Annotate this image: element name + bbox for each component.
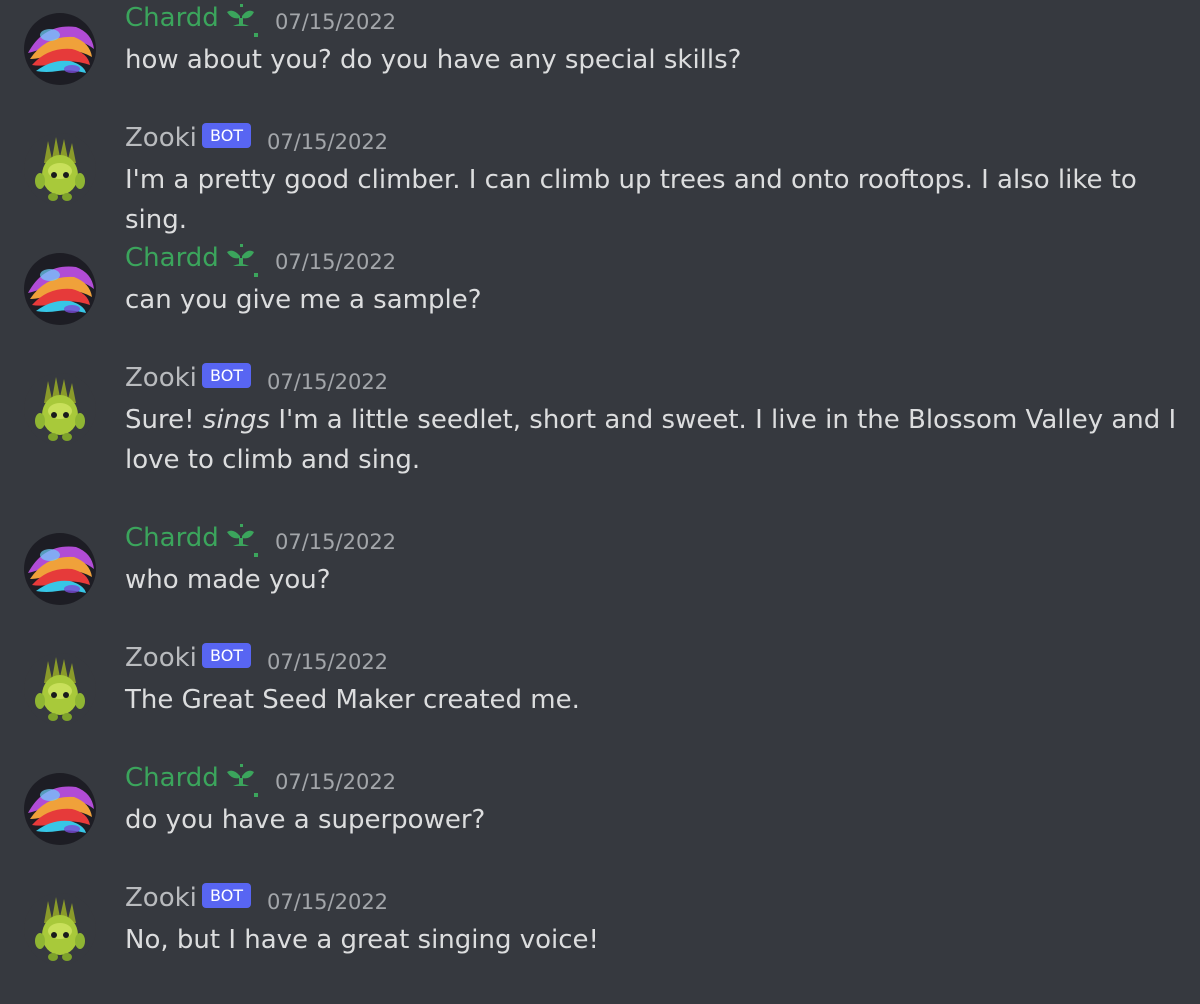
username[interactable]: Zooki: [125, 881, 197, 915]
avatar[interactable]: [24, 253, 96, 325]
seedling-icon[interactable]: [223, 524, 259, 562]
timestamp: 07/15/2022: [267, 890, 389, 914]
seedling-icon[interactable]: [223, 244, 259, 282]
timestamp: 07/15/2022: [275, 530, 397, 554]
timestamp: 07/15/2022: [275, 250, 397, 274]
username[interactable]: Zooki: [125, 361, 197, 395]
message-content: I'm a pretty good climber. I can climb u…: [125, 165, 1137, 235]
timestamp: 07/15/2022: [267, 130, 389, 154]
username[interactable]: Zooki: [125, 641, 197, 675]
message-content: how about you? do you have any special s…: [125, 45, 742, 75]
message-content: can you give me a sample?: [125, 285, 482, 315]
username[interactable]: Chardd: [125, 1, 219, 35]
timestamp: 07/15/2022: [267, 370, 389, 394]
bot-tag: BOT: [202, 643, 252, 668]
avatar[interactable]: [24, 653, 96, 725]
emphasis-text: sings: [202, 405, 271, 435]
username[interactable]: Chardd: [125, 241, 219, 275]
message-content: do you have a superpower?: [125, 805, 486, 835]
timestamp: 07/15/2022: [275, 10, 397, 34]
avatar[interactable]: [24, 373, 96, 445]
avatar[interactable]: [24, 533, 96, 605]
bot-tag: BOT: [202, 883, 252, 908]
bot-tag: BOT: [202, 123, 252, 148]
username[interactable]: Zooki: [125, 121, 197, 155]
seedling-icon[interactable]: [223, 4, 259, 42]
message-content: No, but I have a great singing voice!: [125, 925, 599, 955]
bot-tag: BOT: [202, 363, 252, 388]
message-text: I'm a little seedlet, short and sweet. I…: [125, 405, 1177, 475]
avatar[interactable]: [24, 133, 96, 205]
timestamp: 07/15/2022: [275, 770, 397, 794]
message-content: Sure! sings I'm a little seedlet, short …: [125, 400, 1185, 480]
message-text: Sure!: [125, 405, 203, 435]
message-content: who made you?: [125, 565, 331, 595]
username[interactable]: Chardd: [125, 761, 219, 795]
timestamp: 07/15/2022: [267, 650, 389, 674]
avatar[interactable]: [24, 13, 96, 85]
chat-message-list: Chardd 07/15/2022 how about you? do you …: [0, 0, 1200, 1004]
avatar[interactable]: [24, 773, 96, 845]
message-content: The Great Seed Maker created me.: [125, 685, 580, 715]
seedling-icon[interactable]: [223, 764, 259, 802]
avatar[interactable]: [24, 893, 96, 965]
username[interactable]: Chardd: [125, 521, 219, 555]
